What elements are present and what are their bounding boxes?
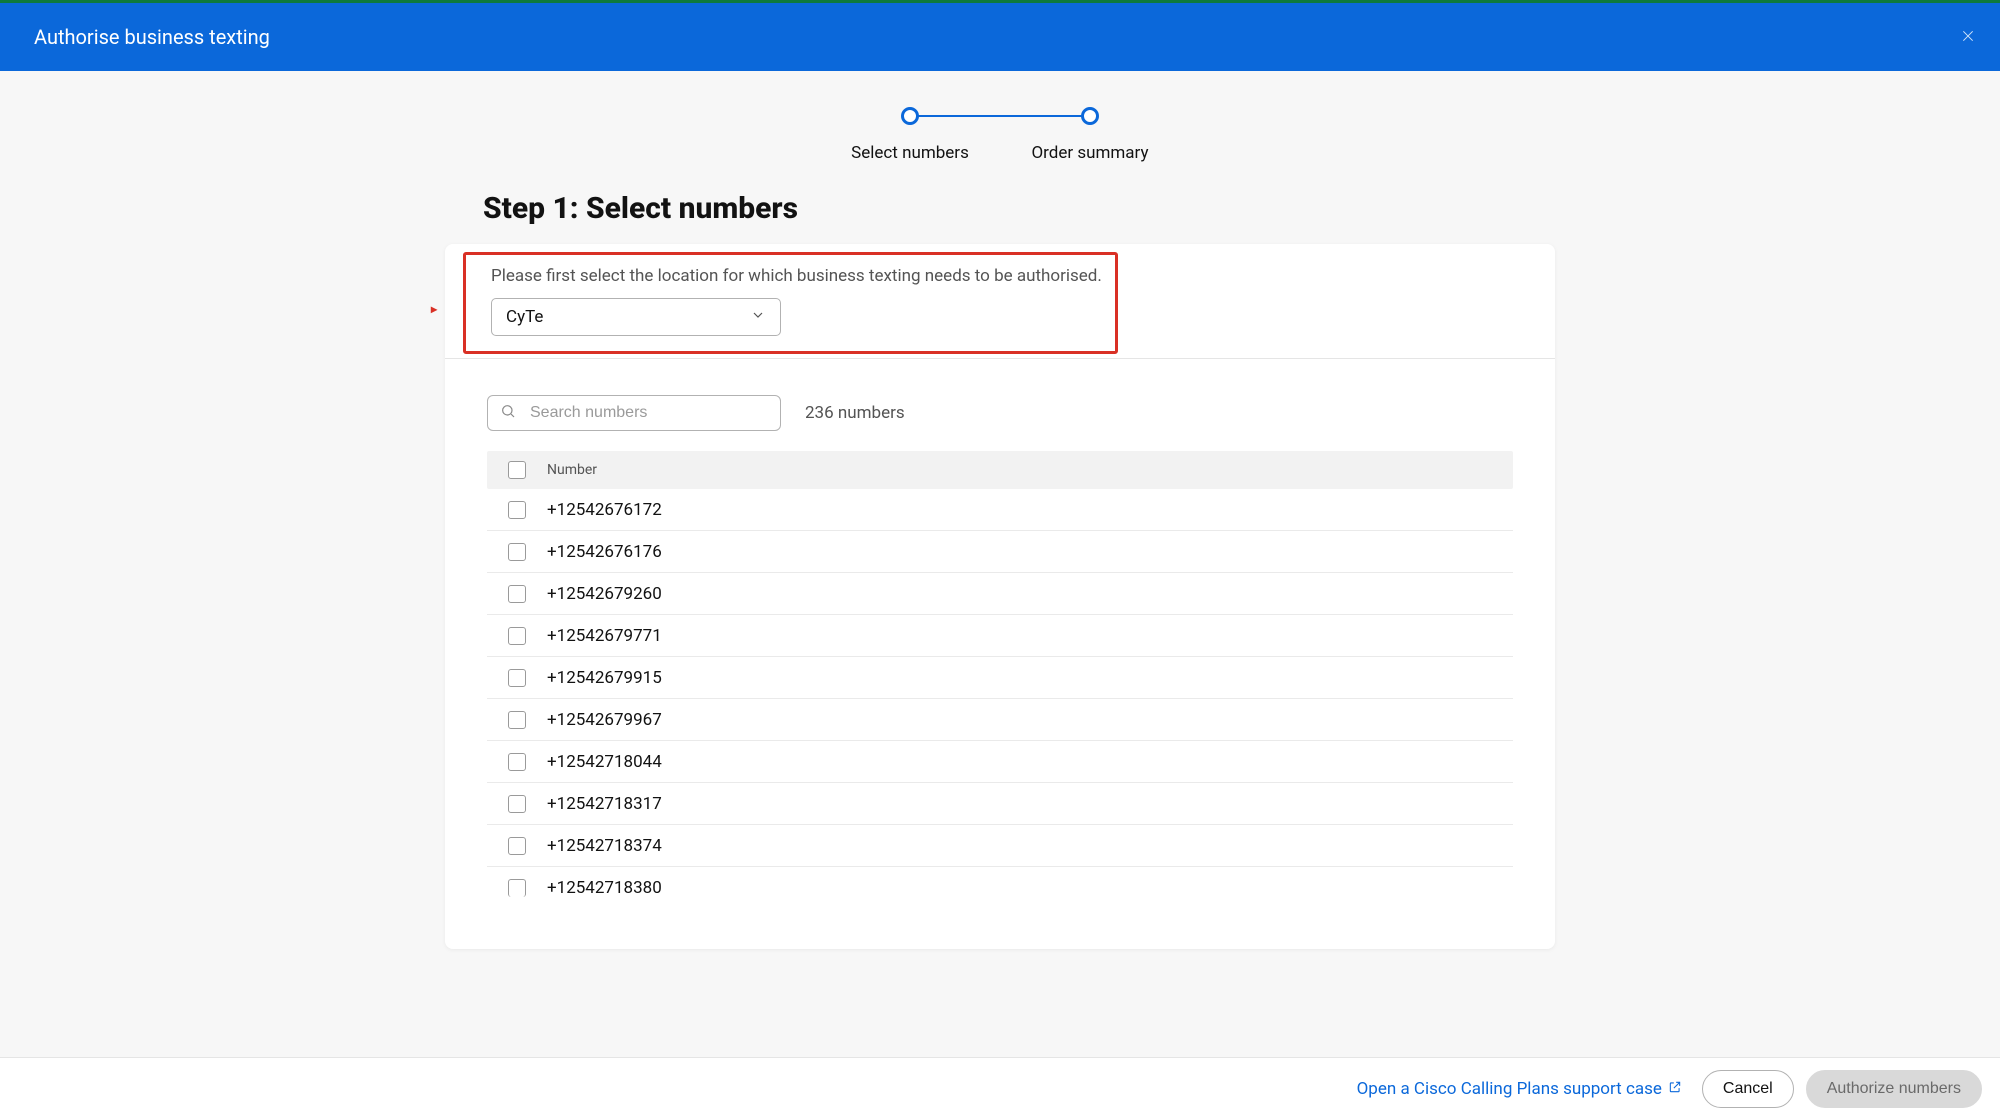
- phone-number: +12542676176: [547, 542, 662, 562]
- phone-number: +12542718380: [547, 878, 662, 898]
- content-card: ▸ Please first select the location for w…: [445, 244, 1555, 949]
- results-count: 236 numbers: [805, 403, 905, 423]
- progress-stepper: Select numbers Order summary: [0, 71, 2000, 191]
- highlight-marker: ▸: [431, 302, 437, 316]
- phone-number: +12542679967: [547, 710, 662, 730]
- table-row[interactable]: +12542676172: [487, 489, 1513, 531]
- phone-number: +12542718317: [547, 794, 662, 814]
- table-row[interactable]: +12542718317: [487, 783, 1513, 825]
- modal-footer: Open a Cisco Calling Plans support case …: [0, 1057, 2000, 1119]
- cancel-button-label: Cancel: [1723, 1080, 1773, 1098]
- search-input-wrapper[interactable]: [487, 395, 781, 431]
- support-link[interactable]: Open a Cisco Calling Plans support case: [1357, 1079, 1682, 1099]
- row-checkbox[interactable]: [508, 585, 526, 603]
- location-instruction: Please first select the location for whi…: [491, 266, 1519, 286]
- table-row[interactable]: +12542718374: [487, 825, 1513, 867]
- search-icon: [500, 403, 530, 423]
- row-checkbox[interactable]: [508, 543, 526, 561]
- location-select[interactable]: CyTe: [491, 298, 781, 336]
- table-row[interactable]: +12542679260: [487, 573, 1513, 615]
- table-row[interactable]: +12542679771: [487, 615, 1513, 657]
- row-checkbox[interactable]: [508, 879, 526, 897]
- close-button[interactable]: [1958, 27, 1978, 47]
- row-checkbox[interactable]: [508, 501, 526, 519]
- phone-number: +12542679771: [547, 626, 662, 646]
- row-checkbox[interactable]: [508, 669, 526, 687]
- phone-number: +12542679260: [547, 584, 662, 604]
- row-checkbox[interactable]: [508, 753, 526, 771]
- step-indicator-icon: [901, 107, 919, 125]
- table-row[interactable]: +12542718044: [487, 741, 1513, 783]
- external-link-icon: [1668, 1079, 1682, 1099]
- step-order-summary: Order summary: [1000, 107, 1180, 163]
- column-header-number: Number: [547, 462, 597, 478]
- phone-number: +12542718374: [547, 836, 662, 856]
- step-label: Select numbers: [851, 143, 969, 163]
- table-row[interactable]: +12542676176: [487, 531, 1513, 573]
- phone-number: +12542676172: [547, 500, 662, 520]
- table-row[interactable]: +12542718380: [487, 867, 1513, 909]
- phone-number: +12542718044: [547, 752, 662, 772]
- table-row[interactable]: +12542679967: [487, 699, 1513, 741]
- select-all-checkbox[interactable]: [508, 461, 526, 479]
- search-row: 236 numbers: [445, 359, 1555, 451]
- row-checkbox[interactable]: [508, 711, 526, 729]
- modal-header: Authorise business texting: [0, 3, 2000, 71]
- numbers-table: Number +12542676172 +12542676176 +125426…: [445, 451, 1555, 949]
- step-label: Order summary: [1031, 143, 1148, 163]
- table-header: Number: [487, 451, 1513, 489]
- search-input[interactable]: [530, 404, 768, 422]
- row-checkbox[interactable]: [508, 627, 526, 645]
- wizard-container: Step 1: Select numbers ▸ Please first se…: [445, 191, 1555, 949]
- step-indicator-icon: [1081, 107, 1099, 125]
- close-icon: [1960, 25, 1976, 49]
- table-row[interactable]: +12542679915: [487, 657, 1513, 699]
- step-title: Step 1: Select numbers: [483, 191, 1555, 226]
- row-checkbox[interactable]: [508, 837, 526, 855]
- support-link-label: Open a Cisco Calling Plans support case: [1357, 1079, 1662, 1099]
- location-select-value: CyTe: [506, 307, 543, 327]
- cancel-button[interactable]: Cancel: [1702, 1070, 1794, 1108]
- step-select-numbers: Select numbers: [820, 107, 1000, 163]
- authorize-button[interactable]: Authorize numbers: [1806, 1070, 1982, 1108]
- phone-number: +12542679915: [547, 668, 662, 688]
- row-checkbox[interactable]: [508, 795, 526, 813]
- location-section: ▸ Please first select the location for w…: [445, 244, 1555, 358]
- chevron-down-icon: [750, 307, 766, 328]
- select-all-cell: [487, 461, 547, 479]
- modal-title: Authorise business texting: [34, 25, 270, 49]
- authorize-button-label: Authorize numbers: [1827, 1080, 1961, 1098]
